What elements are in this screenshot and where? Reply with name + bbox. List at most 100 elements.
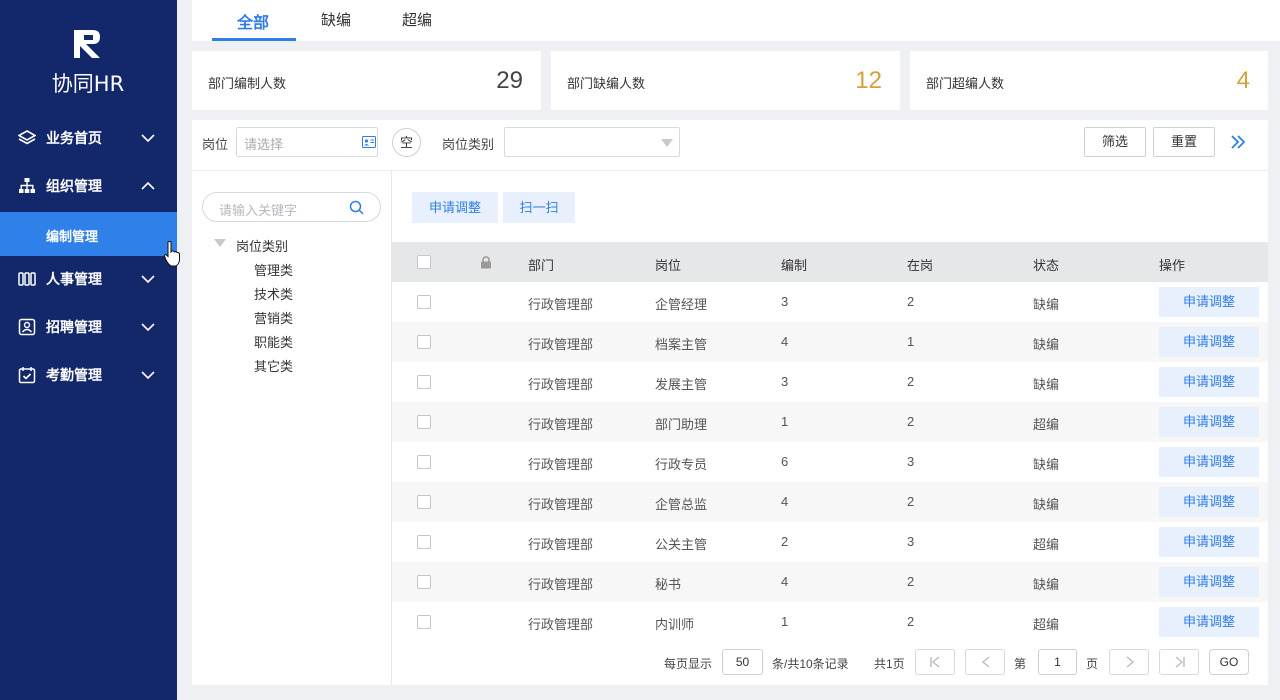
layers-icon	[18, 130, 36, 145]
row-checkbox[interactable]	[417, 535, 431, 549]
nav-item-attendance[interactable]: 考勤管理	[0, 351, 177, 399]
cell-position: 档案主管	[655, 337, 708, 352]
chevron-down-icon	[141, 371, 155, 380]
position-filter-label: 岗位	[202, 137, 229, 152]
row-checkbox[interactable]	[417, 375, 431, 389]
table-row: 行政管理部 部门助理 1 2 超编 申请调整	[392, 402, 1268, 442]
nav-label: 业务首页	[46, 130, 102, 146]
row-checkbox[interactable]	[417, 495, 431, 509]
row-apply-adjust-button[interactable]: 申请调整	[1159, 487, 1259, 517]
caret-down-icon	[661, 139, 673, 147]
per-page-label: 每页显示	[664, 657, 713, 671]
row-checkbox[interactable]	[417, 575, 431, 589]
reset-button[interactable]: 重置	[1153, 127, 1215, 157]
recruit-icon	[18, 318, 36, 336]
per-page-input[interactable]: 50	[722, 649, 763, 675]
row-apply-adjust-button[interactable]: 申请调整	[1159, 527, 1259, 557]
tree-search-input[interactable]: 请输入关键字	[202, 192, 381, 222]
cell-status: 缺编	[1033, 457, 1060, 472]
row-checkbox[interactable]	[417, 295, 431, 309]
row-apply-adjust-button[interactable]: 申请调整	[1159, 567, 1259, 597]
prev-page-button[interactable]	[965, 649, 1005, 675]
tree-node[interactable]: 其它类	[254, 356, 293, 375]
tree-root-node[interactable]: 岗位类别	[236, 236, 288, 255]
stat-label: 部门超编人数	[926, 76, 1005, 91]
position-input[interactable]: 请选择	[236, 127, 378, 157]
nav-label: 招聘管理	[46, 319, 102, 335]
row-apply-adjust-button[interactable]: 申请调整	[1159, 607, 1259, 637]
table-row: 行政管理部 企管总监 4 2 缺编 申请调整	[392, 482, 1268, 522]
calendar-check-icon	[18, 367, 36, 384]
select-all-checkbox[interactable]	[417, 255, 431, 269]
nav-subitem-headcount[interactable]: 编制管理	[0, 212, 177, 256]
cell-department: 行政管理部	[528, 457, 594, 472]
scan-button[interactable]: 扫一扫	[503, 192, 575, 223]
go-button[interactable]: GO	[1209, 649, 1249, 675]
table-header: 部门 岗位 编制 在岗 状态 操作	[392, 242, 1268, 282]
row-apply-adjust-button[interactable]: 申请调整	[1159, 447, 1259, 477]
page-suffix: 页	[1086, 657, 1099, 671]
row-checkbox[interactable]	[417, 335, 431, 349]
last-page-icon	[1175, 656, 1185, 668]
table-row: 行政管理部 发展主管 3 2 缺编 申请调整	[392, 362, 1268, 402]
tree-node[interactable]: 营销类	[254, 308, 293, 327]
page-prefix: 第	[1014, 657, 1027, 671]
row-checkbox[interactable]	[417, 615, 431, 629]
cell-quota: 1	[781, 614, 789, 629]
stat-value: 12	[855, 67, 882, 94]
tree-node[interactable]: 管理类	[254, 260, 293, 279]
column-header: 编制	[781, 258, 808, 273]
cell-onduty: 3	[907, 454, 915, 469]
chevron-down-icon	[141, 275, 155, 284]
column-header: 部门	[528, 258, 555, 273]
row-apply-adjust-button[interactable]: 申请调整	[1159, 287, 1259, 317]
cell-position: 发展主管	[655, 377, 708, 392]
row-checkbox[interactable]	[417, 415, 431, 429]
cell-department: 行政管理部	[528, 497, 594, 512]
nav-label: 人事管理	[46, 271, 102, 287]
next-page-button[interactable]	[1109, 649, 1149, 675]
row-apply-adjust-button[interactable]: 申请调整	[1159, 407, 1259, 437]
first-page-icon	[930, 656, 940, 668]
lock-icon	[481, 256, 491, 269]
cell-status: 缺编	[1033, 337, 1060, 352]
tab-shortage[interactable]: 缺编	[321, 9, 351, 30]
stat-card-shortage: 部门缺编人数 12	[551, 51, 900, 110]
nav-subitem-label: 编制管理	[46, 229, 99, 244]
row-checkbox[interactable]	[417, 455, 431, 469]
search-icon[interactable]	[349, 200, 364, 215]
row-apply-adjust-button[interactable]: 申请调整	[1159, 327, 1259, 357]
tab-overstaffed[interactable]: 超编	[402, 9, 432, 30]
column-header: 状态	[1033, 258, 1060, 273]
divider	[192, 170, 1268, 171]
cell-status: 缺编	[1033, 377, 1060, 392]
nav-item-org[interactable]: 组织管理	[0, 162, 177, 210]
cell-status: 缺编	[1033, 497, 1060, 512]
cell-department: 行政管理部	[528, 417, 594, 432]
tree-node[interactable]: 职能类	[254, 332, 293, 351]
cell-onduty: 2	[907, 374, 915, 389]
tab-all[interactable]: 全部	[237, 9, 269, 33]
chevron-down-icon	[141, 134, 155, 143]
main-panel: 岗位 请选择 空 岗位类别 筛选 重置 请输入关键字 岗位类别 管理类 技术类 …	[192, 120, 1268, 685]
page-number-input[interactable]: 1	[1038, 649, 1077, 675]
contact-card-icon[interactable]	[362, 136, 376, 148]
tree-caret-down-icon[interactable]	[214, 239, 226, 247]
nav-item-recruit[interactable]: 招聘管理	[0, 303, 177, 351]
cell-position: 行政专员	[655, 457, 708, 472]
people-icon	[18, 272, 36, 286]
cell-quota: 2	[781, 534, 789, 549]
apply-adjust-button[interactable]: 申请调整	[412, 192, 498, 223]
logo-text: 协同HR	[51, 72, 125, 96]
double-chevron-right-icon[interactable]	[1230, 134, 1246, 150]
column-header: 在岗	[907, 258, 934, 273]
tree-node[interactable]: 技术类	[254, 284, 293, 303]
clear-position-button[interactable]: 空	[392, 128, 421, 157]
category-select[interactable]	[504, 127, 680, 157]
row-apply-adjust-button[interactable]: 申请调整	[1159, 367, 1259, 397]
nav-item-home[interactable]: 业务首页	[0, 114, 177, 162]
nav-item-personnel[interactable]: 人事管理	[0, 255, 177, 303]
first-page-button[interactable]	[915, 649, 955, 675]
last-page-button[interactable]	[1159, 649, 1199, 675]
filter-button[interactable]: 筛选	[1084, 127, 1146, 157]
